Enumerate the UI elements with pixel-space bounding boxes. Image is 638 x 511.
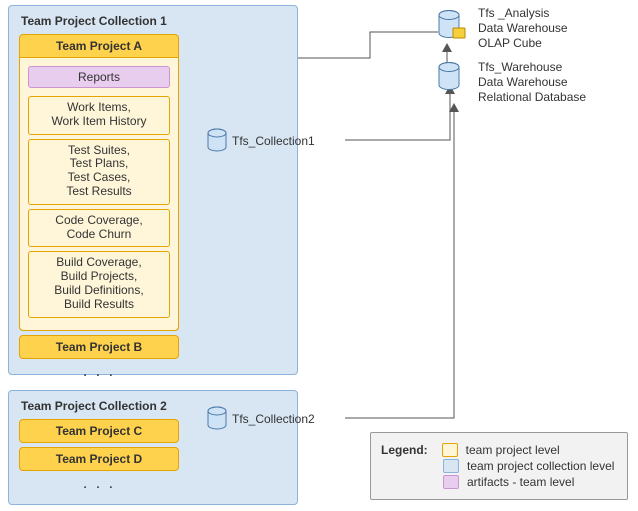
- collection-1-ellipsis: . . .: [19, 363, 179, 383]
- db-label-warehouse: Tfs_WarehouseData WarehouseRelational Da…: [478, 60, 586, 105]
- collection-2-title: Team Project Collection 2: [21, 399, 287, 413]
- project-c: Team Project C: [19, 419, 179, 443]
- legend-swatch-2: [443, 475, 459, 489]
- db-label-analysis: Tfs _AnalysisData WarehouseOLAP Cube: [478, 6, 568, 51]
- db-icon-warehouse: [437, 62, 463, 97]
- legend-title: Legend:: [381, 443, 428, 457]
- artifact-reports: Reports: [28, 66, 170, 88]
- legend-swatch-0: [442, 443, 458, 457]
- db-icon-collection1: [206, 128, 228, 157]
- databox-code: Code Coverage,Code Churn: [28, 209, 170, 248]
- project-b: Team Project B: [19, 335, 179, 359]
- project-a: Team Project A Reports Work Items,Work I…: [19, 34, 179, 331]
- databox-tests: Test Suites,Test Plans,Test Cases,Test R…: [28, 139, 170, 205]
- db-icon-collection2: [206, 406, 228, 435]
- db-label-collection1: Tfs_Collection1: [232, 134, 315, 149]
- databox-build: Build Coverage,Build Projects,Build Defi…: [28, 251, 170, 317]
- project-c-title: Team Project C: [20, 420, 178, 442]
- project-b-title: Team Project B: [20, 336, 178, 358]
- project-a-title: Team Project A: [20, 35, 178, 57]
- legend-item-1: team project collection level: [467, 459, 614, 473]
- db-label-collection2: Tfs_Collection2: [232, 412, 315, 427]
- collection-2-ellipsis: . . .: [19, 475, 179, 495]
- collection-1: Team Project Collection 1 Team Project A…: [8, 5, 298, 375]
- legend: Legend: team project level team project …: [370, 432, 628, 500]
- project-d-title: Team Project D: [20, 448, 178, 470]
- project-d: Team Project D: [19, 447, 179, 471]
- legend-item-2: artifacts - team level: [467, 475, 574, 489]
- databox-work-items: Work Items,Work Item History: [28, 96, 170, 135]
- project-a-body: Reports Work Items,Work Item History Tes…: [20, 57, 178, 330]
- legend-swatch-1: [443, 459, 459, 473]
- legend-item-0: team project level: [466, 443, 560, 457]
- collection-2: Team Project Collection 2 Team Project C…: [8, 390, 298, 505]
- db-icon-analysis: [437, 10, 467, 49]
- collection-1-title: Team Project Collection 1: [21, 14, 287, 28]
